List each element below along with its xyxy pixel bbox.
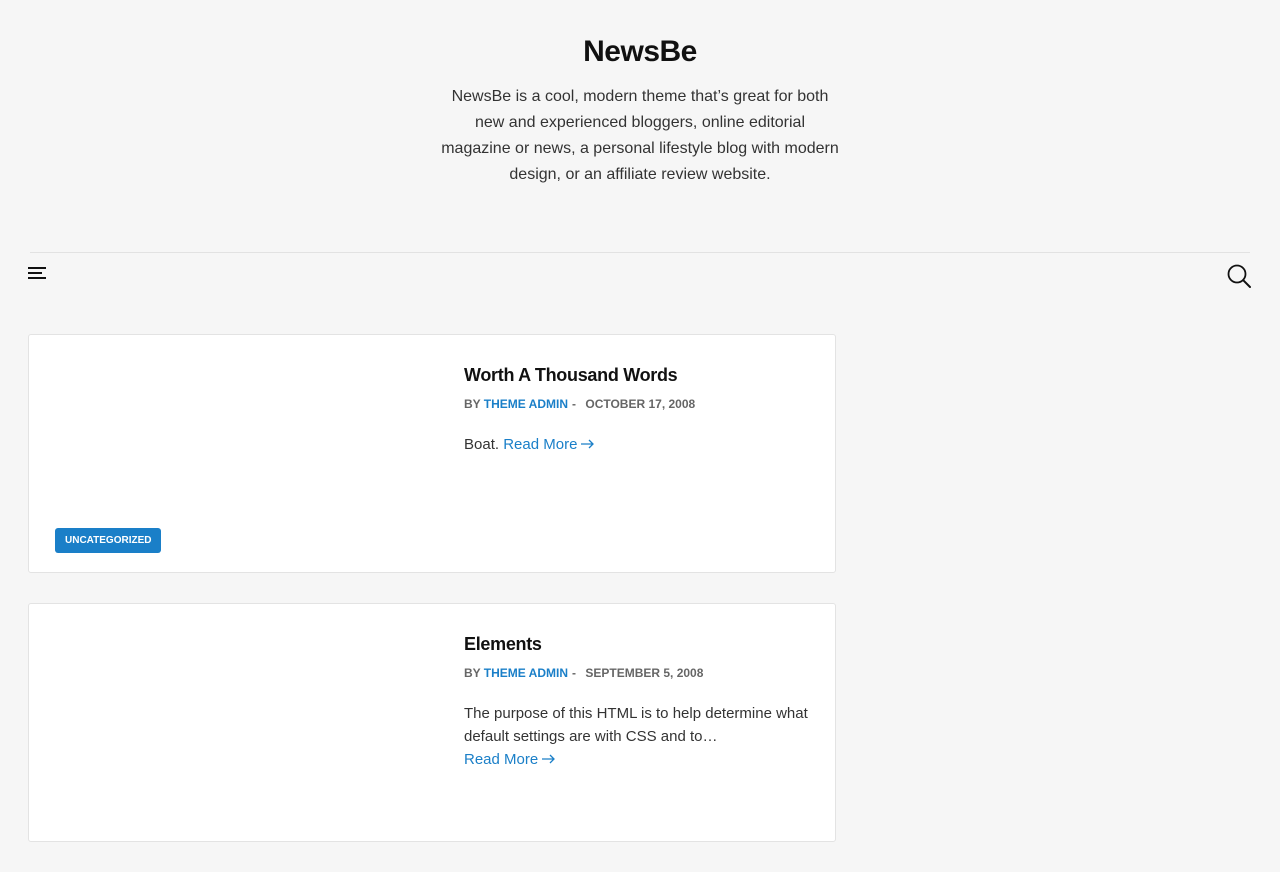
post-date: SEPTEMBER 5, 2008	[585, 666, 704, 680]
read-more-link[interactable]: Read More	[503, 436, 595, 453]
author-link[interactable]: THEME ADMIN	[484, 666, 568, 680]
site-description: NewsBe is a cool, modern theme that’s gr…	[441, 88, 839, 183]
read-more-label: Read More	[503, 436, 578, 453]
post-card: UNCATEGORIZED Worth A Thousand Words BY …	[28, 334, 836, 573]
by-label: BY	[464, 666, 481, 680]
nav-bar	[28, 252, 1252, 297]
excerpt-text: The purpose of this HTML is to help dete…	[464, 705, 808, 745]
site-header: NewsBe NewsBe is a cool, modern theme th…	[0, 0, 1280, 188]
site-title[interactable]: NewsBe	[0, 32, 1280, 72]
post-title[interactable]: Elements	[464, 632, 809, 656]
category-badge[interactable]: UNCATEGORIZED	[55, 528, 162, 553]
read-more-link[interactable]: Read More	[464, 751, 556, 768]
read-more-label: Read More	[464, 751, 539, 768]
arrow-right-icon	[581, 433, 595, 456]
post-list: UNCATEGORIZED Worth A Thousand Words BY …	[28, 334, 836, 872]
meta-separator: -	[572, 666, 577, 680]
post-body: Worth A Thousand Words BY THEME ADMIN - O…	[464, 363, 809, 456]
post-date: OCTOBER 17, 2008	[585, 397, 696, 411]
post-title[interactable]: Worth A Thousand Words	[464, 363, 809, 387]
hamburger-menu-icon[interactable]	[28, 267, 46, 281]
excerpt-text: Boat.	[464, 436, 500, 453]
post-card: Elements BY THEME ADMIN - SEPTEMBER 5, 20…	[28, 603, 836, 842]
post-excerpt: Boat. Read More	[464, 433, 809, 456]
author-link[interactable]: THEME ADMIN	[484, 397, 568, 411]
post-thumbnail[interactable]	[29, 604, 449, 841]
post-meta: BY THEME ADMIN - OCTOBER 17, 2008	[464, 397, 809, 411]
search-icon[interactable]	[1226, 263, 1252, 289]
meta-separator: -	[572, 397, 577, 411]
post-body: Elements BY THEME ADMIN - SEPTEMBER 5, 20…	[464, 632, 809, 771]
arrow-right-icon	[542, 748, 556, 771]
post-excerpt: The purpose of this HTML is to help dete…	[464, 702, 809, 771]
post-meta: BY THEME ADMIN - SEPTEMBER 5, 2008	[464, 666, 809, 680]
by-label: BY	[464, 397, 481, 411]
